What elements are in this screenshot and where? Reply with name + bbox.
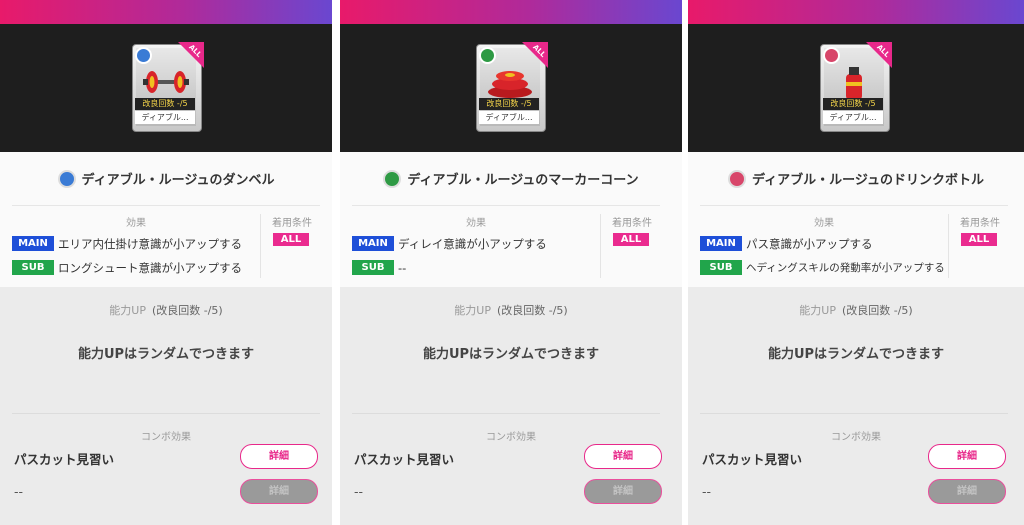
condition-label: 着用条件	[272, 218, 312, 229]
improvement-count: 改良回数 -/5	[479, 98, 539, 110]
combo-empty: --	[702, 484, 712, 499]
bag-icon	[823, 47, 840, 64]
card-name: ディアブル...	[823, 111, 883, 124]
ability-section: 能力UP (改良回数 -/5) 能力UPはランダムでつきます コンボ効果 パスカッ…	[0, 287, 332, 525]
item-panel: ALL 改良回数 -/5 ディアブル... ディアブル・ルージュのマーカーコーン…	[340, 0, 682, 525]
header-bar	[340, 0, 682, 24]
condition-badge: ALL	[961, 233, 997, 246]
effect-label: 効果	[814, 218, 834, 229]
divider	[700, 413, 1008, 414]
item-name-row: ディアブル・ルージュのドリンクボトル	[688, 168, 1024, 194]
divider	[260, 214, 261, 278]
main-effect-row: MAIN エリア内仕掛け意識が小アップする	[12, 233, 260, 251]
sub-effect-text: --	[398, 260, 407, 275]
divider	[352, 413, 660, 414]
cone-icon	[479, 47, 496, 64]
ability-title-label: 能力UP	[799, 304, 836, 317]
combo-name: パスカット見習い	[14, 452, 115, 467]
card-name: ディアブル...	[479, 111, 539, 124]
item-card[interactable]: ALL 改良回数 -/5 ディアブル...	[132, 42, 204, 132]
header-bar	[0, 0, 332, 24]
shirt-icon	[135, 47, 152, 64]
ability-title-label: 能力UP	[454, 304, 491, 317]
detail-button[interactable]: 詳細	[584, 444, 662, 469]
ability-section: 能力UP (改良回数 -/5) 能力UPはランダムでつきます コンボ効果 パスカッ…	[340, 287, 682, 525]
combo-title: コンボ効果	[486, 432, 536, 443]
effects-section: 効果 着用条件 MAIN パス意識が小アップする SUB ヘディングスキルの発動率が…	[700, 205, 1008, 282]
dumbbell-icon	[143, 71, 189, 93]
sub-tag: SUB	[12, 260, 54, 275]
main-tag: MAIN	[700, 236, 742, 251]
combo-name: パスカット見習い	[702, 452, 803, 467]
header-bar	[688, 0, 1024, 24]
main-effect-row: MAIN ディレイ意識が小アップする	[352, 233, 600, 251]
main-effect-text: ディレイ意識が小アップする	[398, 236, 547, 251]
divider	[948, 214, 949, 278]
detail-button[interactable]: 詳細	[240, 444, 318, 469]
detail-button[interactable]: 詳細	[928, 444, 1006, 469]
item-name: ディアブル・ルージュのドリンクボトル	[752, 173, 984, 188]
item-name: ディアブル・ルージュのダンベル	[81, 173, 275, 188]
ability-section: 能力UP (改良回数 -/5) 能力UPはランダムでつきます コンボ効果 パスカッ…	[688, 287, 1024, 525]
sub-effect-row: SUB ロングシュート意識が小アップする	[12, 257, 260, 275]
shirt-icon	[57, 169, 76, 188]
item-panel: ALL 改良回数 -/5 ディアブル... ディアブル・ルージュのダンベル 効果…	[0, 0, 332, 525]
ability-title: 能力UP (改良回数 -/5)	[340, 302, 682, 318]
effects-section: 効果 着用条件 MAIN ディレイ意識が小アップする SUB -- ALL	[352, 205, 660, 282]
item-name-row: ディアブル・ルージュのダンベル	[0, 168, 332, 194]
main-effect-row: MAIN パス意識が小アップする	[700, 233, 948, 251]
combo-name: パスカット見習い	[354, 452, 455, 467]
item-name: ディアブル・ルージュのマーカーコーン	[407, 173, 639, 188]
drink-bottle-icon	[846, 67, 862, 100]
ability-count: (改良回数 -/5)	[841, 304, 913, 317]
combo-title: コンボ効果	[831, 432, 881, 443]
improvement-count: 改良回数 -/5	[135, 98, 195, 110]
item-panel: ALL 改良回数 -/5 ディアブル... ディアブル・ルージュのドリンクボトル…	[688, 0, 1024, 525]
sub-effect-text: ロングシュート意識が小アップする	[58, 260, 242, 275]
condition-label: 着用条件	[612, 218, 652, 229]
divider	[600, 214, 601, 278]
item-preview-area: ALL 改良回数 -/5 ディアブル...	[0, 24, 332, 152]
item-preview-area: ALL 改良回数 -/5 ディアブル...	[340, 24, 682, 152]
ability-count: (改良回数 -/5)	[496, 304, 568, 317]
cone-icon	[383, 169, 402, 188]
effect-label: 効果	[126, 218, 146, 229]
sub-tag: SUB	[352, 260, 394, 275]
item-name-row: ディアブル・ルージュのマーカーコーン	[340, 168, 682, 194]
sub-effect-text: ヘディングスキルの発動率が小アップする	[746, 262, 945, 274]
sub-tag: SUB	[700, 260, 742, 275]
main-effect-text: パス意識が小アップする	[746, 236, 873, 251]
ability-message: 能力UPはランダムでつきます	[767, 347, 945, 362]
ability-title-label: 能力UP	[109, 304, 146, 317]
marker-cone-icon	[488, 71, 532, 98]
condition-label: 着用条件	[960, 218, 1000, 229]
condition-badge: ALL	[273, 233, 309, 246]
detail-button-disabled: 詳細	[584, 479, 662, 504]
effects-section: 効果 着用条件 MAIN エリア内仕掛け意識が小アップする SUB ロングシュート意…	[12, 205, 320, 282]
bag-icon	[728, 169, 747, 188]
main-tag: MAIN	[352, 236, 394, 251]
ability-count: (改良回数 -/5)	[151, 304, 223, 317]
sub-effect-row: SUB --	[352, 257, 600, 275]
divider	[12, 413, 320, 414]
detail-button-disabled: 詳細	[240, 479, 318, 504]
combo-empty: --	[354, 484, 364, 499]
item-card[interactable]: ALL 改良回数 -/5 ディアブル...	[476, 42, 548, 132]
condition-badge: ALL	[613, 233, 649, 246]
card-name: ディアブル...	[135, 111, 195, 124]
sub-effect-row: SUB ヘディングスキルの発動率が小アップする	[700, 257, 948, 275]
combo-title: コンボ効果	[141, 432, 191, 443]
ability-message: 能力UPはランダムでつきます	[77, 347, 255, 362]
ability-message: 能力UPはランダムでつきます	[422, 347, 600, 362]
main-effect-text: エリア内仕掛け意識が小アップする	[58, 236, 242, 251]
main-tag: MAIN	[12, 236, 54, 251]
detail-button-disabled: 詳細	[928, 479, 1006, 504]
item-card[interactable]: ALL 改良回数 -/5 ディアブル...	[820, 42, 892, 132]
combo-empty: --	[14, 484, 24, 499]
ability-title: 能力UP (改良回数 -/5)	[0, 302, 332, 318]
ability-title: 能力UP (改良回数 -/5)	[688, 302, 1024, 318]
effect-label: 効果	[466, 218, 486, 229]
improvement-count: 改良回数 -/5	[823, 98, 883, 110]
item-preview-area: ALL 改良回数 -/5 ディアブル...	[688, 24, 1024, 152]
